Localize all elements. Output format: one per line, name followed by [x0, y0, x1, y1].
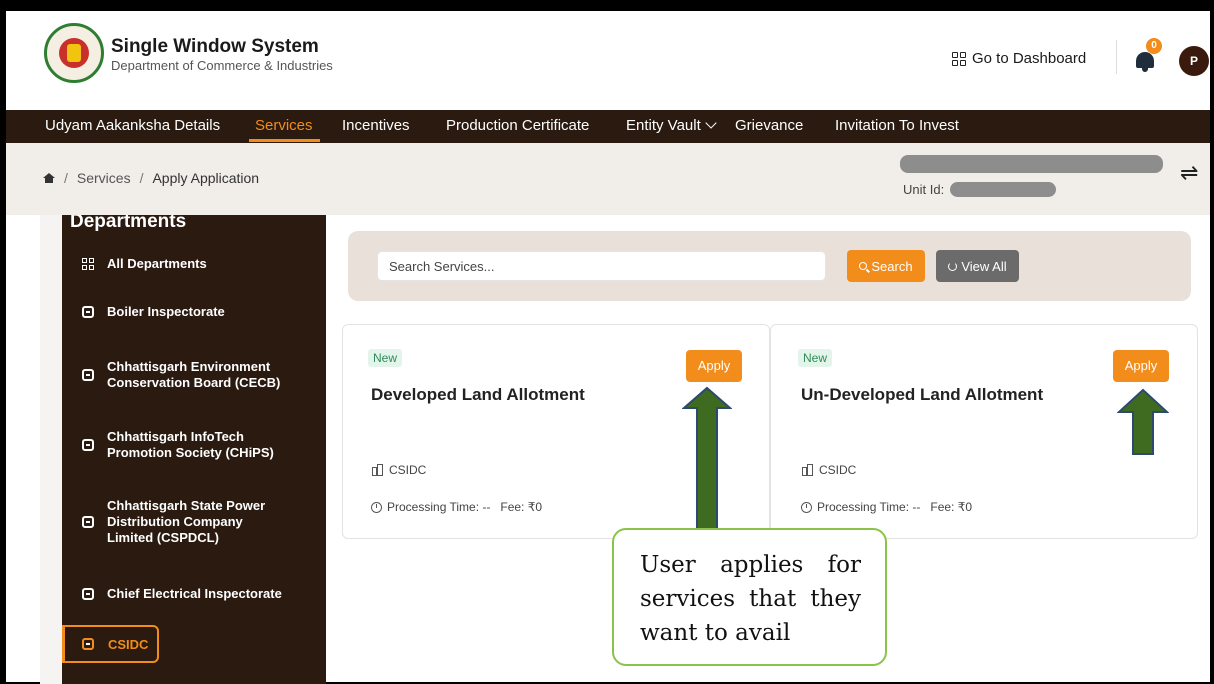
annotation-callout: User applies for services that they want… [612, 528, 887, 666]
breadcrumb-separator: / [64, 170, 68, 186]
nav-invitation-to-invest[interactable]: Invitation To Invest [835, 117, 959, 134]
go-to-dashboard-link[interactable]: Go to Dashboard [952, 50, 1086, 67]
nav-udyam-aakanksha-details[interactable]: Udyam Aakanksha Details [45, 117, 220, 134]
processing-time: Processing Time: -- [817, 500, 921, 514]
sidebar-item-label: Chief Electrical Inspectorate [107, 586, 282, 601]
search-input[interactable] [377, 251, 826, 281]
new-badge: New [368, 349, 403, 367]
service-org: CSIDC [801, 463, 856, 477]
unit-id-label: Unit Id: [903, 182, 945, 197]
breadcrumb-bar: / Services / Apply Application [6, 143, 1210, 215]
department-icon [82, 439, 94, 451]
sidebar-item-cspdcl[interactable]: Chhattisgarh State Power Distribution Co… [62, 498, 326, 546]
processing-time: Processing Time: -- [387, 500, 491, 514]
nav-services[interactable]: Services [255, 117, 313, 134]
department-icon [82, 369, 94, 381]
breadcrumb-apply-application: Apply Application [152, 170, 260, 186]
org-name: CSIDC [819, 463, 857, 477]
nav-grievance[interactable]: Grievance [735, 117, 803, 134]
service-title: Un-Developed Land Allotment [801, 385, 1044, 404]
redacted-user-name [900, 155, 1163, 173]
service-meta: Processing Time: -- Fee: ₹0 [801, 500, 972, 514]
service-org: CSIDC [371, 463, 426, 477]
nav-incentives[interactable]: Incentives [342, 117, 410, 134]
building-icon [371, 464, 383, 476]
sidebar-item-label: Chhattisgarh State Power Distribution Co… [107, 498, 266, 545]
org-name: CSIDC [389, 463, 427, 477]
annotation-arrow-up-icon [682, 386, 732, 531]
sidebar-item-label: All Departments [107, 256, 207, 271]
app-title: Single Window System [111, 36, 319, 57]
department-icon [82, 588, 94, 600]
sidebar-item-all-departments[interactable]: All Departments [62, 256, 326, 272]
home-icon[interactable] [43, 173, 55, 183]
notification-bell-icon[interactable] [1136, 52, 1154, 72]
sidebar-heading: Departments [70, 215, 187, 232]
app-subtitle: Department of Commerce & Industries [111, 58, 333, 73]
search-icon [859, 262, 868, 270]
sidebar-item-chief-electrical-inspectorate[interactable]: Chief Electrical Inspectorate [62, 586, 326, 602]
view-all-button[interactable]: View All [936, 250, 1019, 282]
department-icon [82, 306, 94, 318]
search-button-label: Search [871, 258, 913, 274]
sidebar-item-label: Chhattisgarh Environment Conservation Bo… [107, 359, 281, 390]
apply-button[interactable]: Apply [686, 350, 742, 382]
sidebar-item-csidc[interactable]: CSIDC [62, 625, 159, 663]
service-meta: Processing Time: -- Fee: ₹0 [371, 500, 542, 514]
dashboard-link-label: Go to Dashboard [972, 50, 1087, 67]
notification-count-badge: 0 [1146, 38, 1162, 54]
sidebar-item-label: Chhattisgarh InfoTech Promotion Society … [107, 429, 274, 460]
main-nav: Udyam Aakanksha Details Services Incenti… [6, 110, 1210, 143]
annotation-arrow-up-icon [1117, 388, 1169, 455]
redacted-unit-id [950, 182, 1056, 197]
dashboard-grid-icon [952, 51, 966, 66]
refresh-icon [948, 261, 958, 271]
sidebar-item-cecb[interactable]: Chhattisgarh Environment Conservation Bo… [62, 359, 326, 391]
nav-production-certificate[interactable]: Production Certificate [446, 117, 589, 134]
new-badge: New [798, 349, 833, 367]
service-fee: Fee: ₹0 [930, 500, 973, 514]
clock-icon [801, 501, 812, 513]
department-icon [82, 638, 94, 650]
header-divider [1116, 40, 1117, 74]
service-fee: Fee: ₹0 [500, 500, 543, 514]
service-title: Developed Land Allotment [371, 385, 585, 404]
nav-active-indicator [249, 139, 320, 142]
user-avatar[interactable]: P [1179, 46, 1209, 76]
sidebar-item-label: Boiler Inspectorate [107, 304, 225, 319]
nav-entity-vault-label: Entity Vault [626, 117, 701, 134]
search-button[interactable]: Search [847, 250, 925, 282]
view-all-label: View All [961, 258, 1007, 274]
apply-button[interactable]: Apply [1113, 350, 1169, 382]
grid-icon [82, 258, 94, 270]
switch-unit-icon[interactable]: ⇌ [1180, 160, 1198, 186]
nav-entity-vault[interactable]: Entity Vault [626, 117, 717, 134]
department-icon [82, 516, 94, 528]
breadcrumb-services[interactable]: Services [77, 170, 131, 186]
state-emblem-logo [44, 23, 104, 83]
clock-icon [371, 501, 382, 513]
sidebar-item-boiler-inspectorate[interactable]: Boiler Inspectorate [62, 304, 326, 320]
breadcrumb-separator: / [139, 170, 144, 186]
chevron-down-icon [705, 117, 717, 129]
breadcrumb: / Services / Apply Application [43, 170, 259, 186]
departments-sidebar: Departments All Departments Boiler Inspe… [62, 215, 326, 684]
sidebar-item-chips[interactable]: Chhattisgarh InfoTech Promotion Society … [62, 429, 326, 461]
sidebar-item-label: CSIDC [108, 637, 149, 652]
building-icon [801, 464, 813, 476]
